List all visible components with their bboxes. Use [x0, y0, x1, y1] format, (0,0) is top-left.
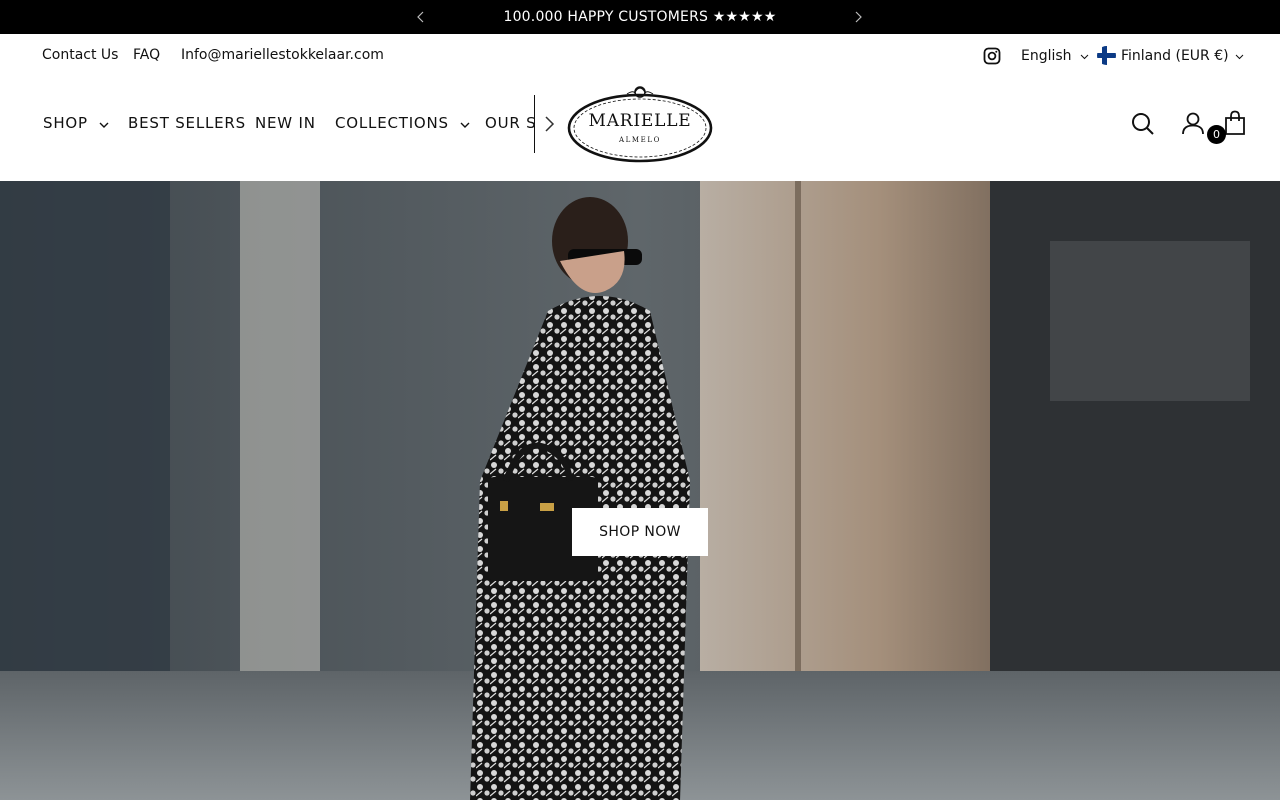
language-selector[interactable]: English — [1021, 48, 1089, 64]
nav-item-label: SHOP — [43, 114, 88, 132]
nav-divider — [534, 95, 535, 153]
nav-item-shop[interactable]: SHOP — [43, 114, 109, 133]
announcement-text: 100.000 HAPPY CUSTOMERS ★★★★★ — [503, 9, 777, 25]
nav-item-our-story[interactable]: OUR STORY — [485, 114, 535, 132]
faq-link[interactable]: FAQ — [133, 47, 160, 63]
hero-banner: SHOP NOW — [0, 181, 1280, 800]
chevron-down-icon — [99, 115, 109, 133]
nav-item-label: NEW IN — [255, 114, 316, 132]
nav-item-label: BEST SELLERS — [128, 114, 246, 132]
logo-name: MARIELLE — [588, 111, 692, 131]
chevron-down-icon — [460, 115, 470, 133]
logo-subtitle: ALMELO — [619, 136, 661, 144]
hero-image — [0, 181, 1280, 800]
announcement-bar: 100.000 HAPPY CUSTOMERS ★★★★★ — [0, 0, 1280, 34]
country-label: Finland (EUR €) — [1121, 47, 1229, 64]
brand-logo[interactable]: MARIELLE ALMELO — [565, 84, 715, 164]
email-link[interactable]: Info@mariellestokkelaar.com — [181, 47, 384, 63]
shop-now-button[interactable]: SHOP NOW — [572, 508, 708, 556]
finland-flag-icon — [1097, 46, 1116, 65]
nav-item-new-in[interactable]: NEW IN — [255, 114, 316, 132]
main-nav: SHOP BEST SELLERS NEW IN COLLECTIONS OUR… — [43, 114, 535, 134]
chevron-right-icon[interactable] — [542, 115, 558, 133]
user-icon[interactable] — [1181, 111, 1205, 139]
nav-item-label: COLLECTIONS — [335, 114, 449, 132]
utility-bar: Contact Us FAQ Info@mariellestokkelaar.c… — [0, 34, 1280, 78]
chevron-right-icon[interactable] — [850, 9, 866, 25]
search-icon[interactable] — [1131, 112, 1155, 140]
cart-count-badge: 0 — [1207, 125, 1226, 144]
chevron-down-icon — [1235, 48, 1244, 64]
nav-item-collections[interactable]: COLLECTIONS — [335, 114, 470, 133]
site-header: SHOP BEST SELLERS NEW IN COLLECTIONS OUR… — [0, 78, 1280, 181]
shopping-bag-icon[interactable] — [1223, 110, 1247, 140]
contact-us-link[interactable]: Contact Us — [42, 47, 118, 63]
country-selector[interactable]: Finland (EUR €) — [1097, 46, 1244, 65]
language-label: English — [1021, 48, 1072, 64]
nav-item-label: OUR STORY — [485, 114, 535, 132]
chevron-down-icon — [1080, 48, 1089, 64]
chevron-left-icon[interactable] — [413, 9, 429, 25]
instagram-icon[interactable] — [983, 47, 1001, 65]
nav-item-best-sellers[interactable]: BEST SELLERS — [128, 114, 246, 132]
